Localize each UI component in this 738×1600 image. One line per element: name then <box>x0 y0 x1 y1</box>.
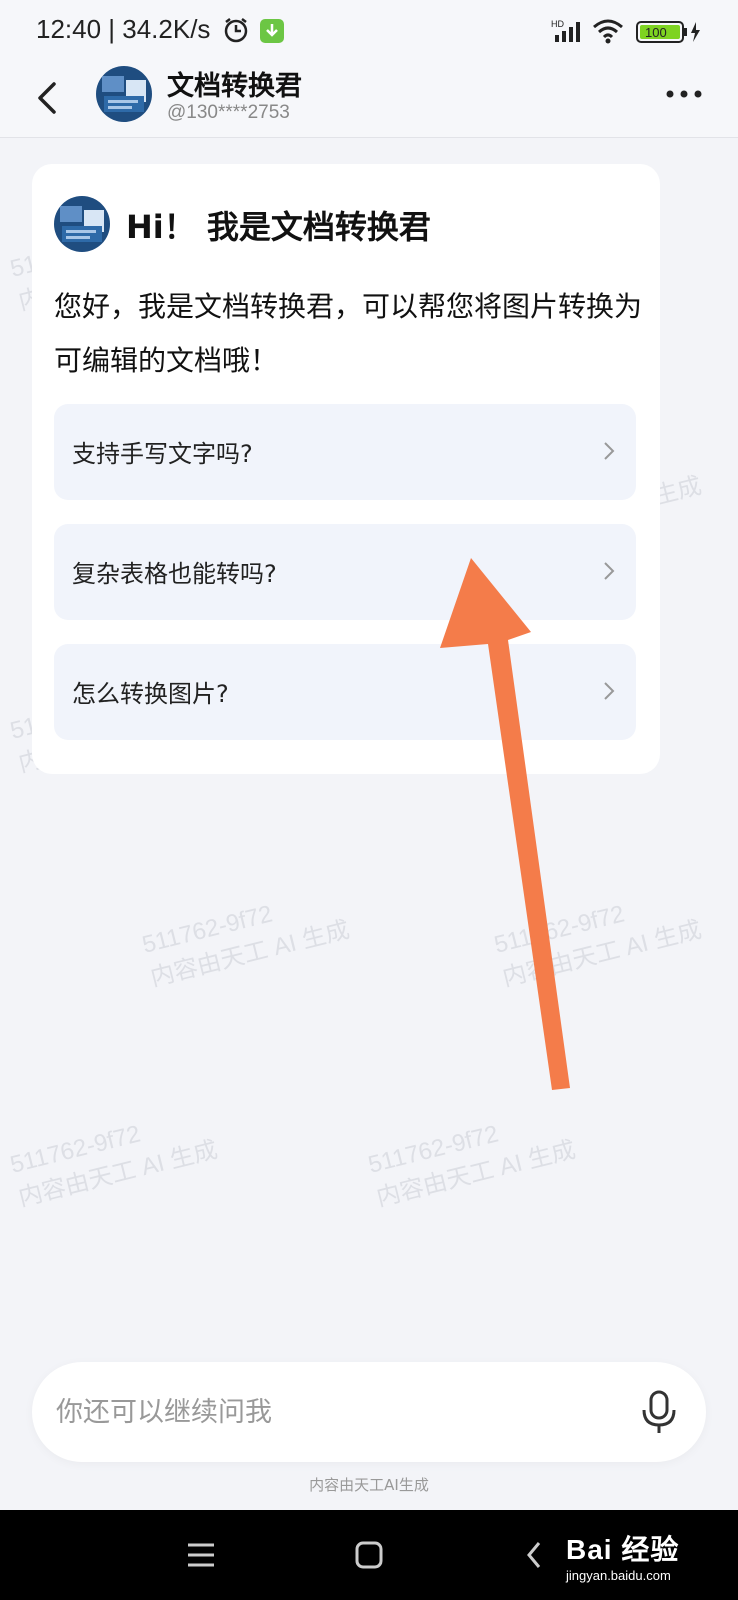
brand-url: jingyan.baidu.com <box>566 1568 671 1583</box>
chat-header: 文档转换君 @130****2753 <box>0 62 738 138</box>
status-bar: 12:40 | 34.2K/s HD 100 <box>0 0 738 62</box>
chevron-right-icon <box>604 562 615 580</box>
greeting-title: Hi！ 我是文档转换君 <box>126 208 431 246</box>
chevron-right-icon <box>604 442 615 460</box>
battery-icon: 100 <box>636 21 700 43</box>
home-icon[interactable] <box>354 1540 384 1570</box>
back-button[interactable] <box>30 76 70 120</box>
microphone-icon <box>642 1390 676 1433</box>
bot-avatar[interactable] <box>96 66 152 122</box>
voice-input-button[interactable] <box>636 1388 682 1436</box>
watermark: 511762-9f72内容由天工 AI 生成 <box>491 900 705 992</box>
watermark: 511762-9f72内容由天工 AI 生成 <box>365 1120 579 1212</box>
download-icon <box>260 19 284 43</box>
more-options-button[interactable] <box>664 82 704 106</box>
watermark: 511762-9f72内容由天工 AI 生成 <box>7 1120 221 1212</box>
suggestion-label: 怎么转换图片? <box>72 680 229 708</box>
signal-icon: HD <box>551 19 580 42</box>
status-time: 12:40 | 34.2K/s <box>36 14 211 44</box>
suggestion-label: 复杂表格也能转吗? <box>72 560 277 588</box>
bot-name: 文档转换君 <box>167 71 302 102</box>
more-icon <box>666 90 702 98</box>
chat-input-bar <box>32 1362 706 1462</box>
baidu-logo: Bai 经验 <box>566 1534 680 1565</box>
chat-input[interactable] <box>56 1384 596 1440</box>
welcome-card: Hi！ 我是文档转换君 您好，我是文档转换君，可以帮您将图片转换为可编辑的文档哦… <box>32 164 660 774</box>
intro-text: 您好，我是文档转换君，可以帮您将图片转换为可编辑的文档哦！ <box>54 290 643 377</box>
bot-avatar <box>54 196 110 252</box>
chevron-right-icon <box>604 682 615 700</box>
alarm-icon <box>224 18 248 43</box>
watermark: 511762-9f72内容由天工 AI 生成 <box>139 900 353 992</box>
svg-text:HD: HD <box>551 19 564 29</box>
system-nav-bar: Bai 经验 jingyan.baidu.com <box>0 1510 738 1600</box>
suggestion-item[interactable]: 支持手写文字吗? <box>54 404 636 500</box>
nav-back-icon[interactable] <box>524 1540 544 1570</box>
suggestion-item[interactable]: 复杂表格也能转吗? <box>54 524 636 620</box>
wifi-icon <box>593 19 623 44</box>
menu-icon[interactable] <box>186 1542 216 1568</box>
suggestion-item[interactable]: 怎么转换图片? <box>54 644 636 740</box>
ai-disclaimer: 内容由天工AI生成 <box>309 1476 429 1494</box>
bot-handle: @130****2753 <box>167 102 290 123</box>
suggestion-label: 支持手写文字吗? <box>72 440 253 468</box>
chevron-left-icon <box>38 82 56 114</box>
svg-text:100: 100 <box>645 25 667 40</box>
